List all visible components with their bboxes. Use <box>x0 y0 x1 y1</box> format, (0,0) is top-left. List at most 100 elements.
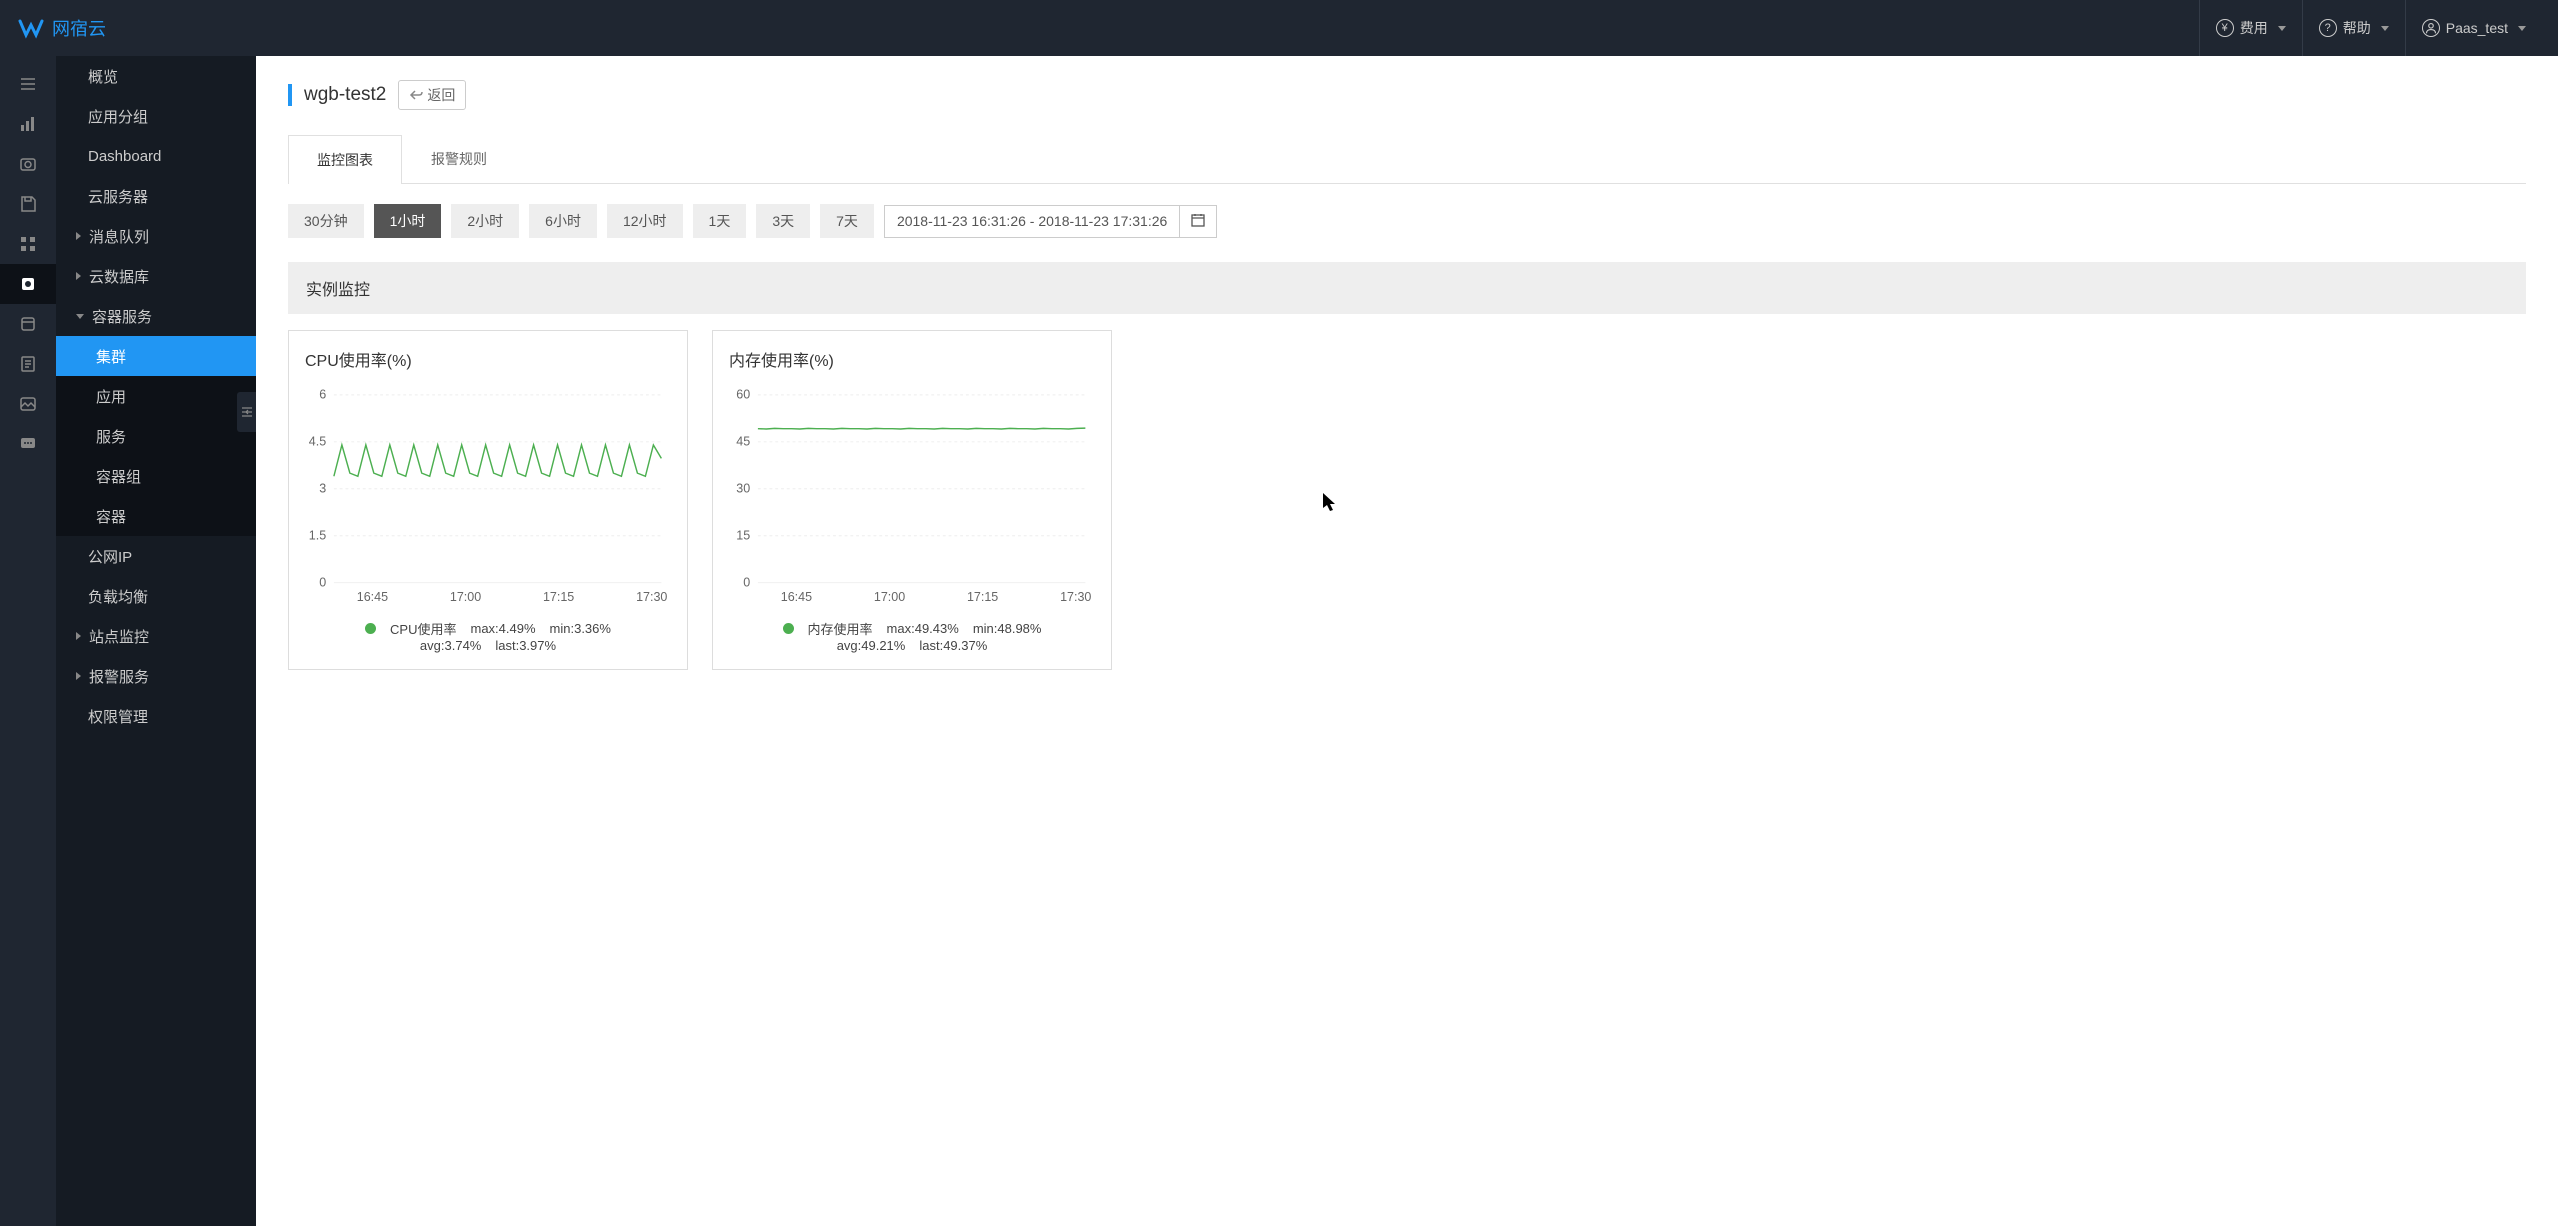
user-icon <box>2422 19 2440 37</box>
tabs: 监控图表 报警规则 <box>288 134 2526 184</box>
svg-text:17:30: 17:30 <box>1060 590 1091 604</box>
cpu-avg: avg:3.74% <box>420 638 481 653</box>
rail-chat[interactable] <box>0 424 56 464</box>
sidebar-service[interactable]: 服务 <box>56 416 256 456</box>
legend-dot-icon <box>365 623 376 634</box>
sidebar-overview[interactable]: 概览 <box>56 56 256 96</box>
sidebar-app-group[interactable]: 应用分组 <box>56 96 256 136</box>
sidebar-load-balance[interactable]: 负载均衡 <box>56 576 256 616</box>
section-instance-monitor: 实例监控 <box>288 262 2526 314</box>
chart-cpu-title: CPU使用率(%) <box>305 347 671 371</box>
svg-text:45: 45 <box>736 435 750 449</box>
header-billing-label: 费用 <box>2240 18 2268 38</box>
chevron-down-icon <box>2381 26 2389 31</box>
mem-avg: avg:49.21% <box>837 638 906 653</box>
back-label: 返回 <box>427 85 455 105</box>
rail-menu[interactable] <box>0 64 56 104</box>
rail-chart[interactable] <box>0 104 56 144</box>
header-help-label: 帮助 <box>2343 18 2371 38</box>
sidebar-dashboard[interactable]: Dashboard <box>56 136 256 176</box>
time-controls: 30分钟 1小时 2小时 6小时 12小时 1天 3天 7天 2018-11-2… <box>288 204 2526 238</box>
rail-grid[interactable] <box>0 224 56 264</box>
chart-cpu-legend: CPU使用率 max:4.49% min:3.36% avg:3.74% las… <box>305 619 671 653</box>
chart-mem: 内存使用率(%) 01530456016:4517:0017:1517:30 内… <box>712 330 1112 670</box>
time-6h[interactable]: 6小时 <box>529 204 597 238</box>
chevron-down-icon <box>2278 26 2286 31</box>
mem-max: max:49.43% <box>887 621 959 636</box>
date-range-picker[interactable]: 2018-11-23 16:31:26 - 2018-11-23 17:31:2… <box>884 205 1217 238</box>
logo-icon <box>16 17 46 39</box>
title-accent-bar <box>288 84 292 106</box>
icon-rail <box>0 56 56 1226</box>
sidebar-message-queue[interactable]: 消息队列 <box>56 216 256 256</box>
rail-image[interactable] <box>0 384 56 424</box>
time-7d[interactable]: 7天 <box>820 204 874 238</box>
cpu-last: last:3.97% <box>495 638 556 653</box>
time-30m[interactable]: 30分钟 <box>288 204 364 238</box>
chart-mem-legend: 内存使用率 max:49.43% min:48.98% avg:49.21% l… <box>729 619 1095 653</box>
rail-box[interactable] <box>0 304 56 344</box>
tab-charts[interactable]: 监控图表 <box>288 135 402 184</box>
calendar-icon[interactable] <box>1179 206 1216 237</box>
main-content: wgb-test2 返回 监控图表 报警规则 30分钟 1小时 2小时 6小时 … <box>256 56 2558 1226</box>
brand-name: 网宿云 <box>52 15 106 41</box>
svg-text:4.5: 4.5 <box>309 435 326 449</box>
svg-text:17:15: 17:15 <box>967 590 998 604</box>
time-2h[interactable]: 2小时 <box>451 204 519 238</box>
chart-cpu-plot: 01.534.5616:4517:0017:1517:30 <box>305 381 671 611</box>
sidebar-container[interactable]: 容器 <box>56 496 256 536</box>
date-range-text: 2018-11-23 16:31:26 - 2018-11-23 17:31:2… <box>885 207 1179 235</box>
logo[interactable]: 网宿云 <box>16 15 106 41</box>
time-12h[interactable]: 12小时 <box>607 204 683 238</box>
svg-text:17:00: 17:00 <box>450 590 481 604</box>
mem-min: min:48.98% <box>973 621 1042 636</box>
svg-text:15: 15 <box>736 529 750 543</box>
svg-text:30: 30 <box>736 482 750 496</box>
rail-container[interactable] <box>0 264 56 304</box>
sidebar-cluster[interactable]: 集群 <box>56 336 256 376</box>
chart-mem-title: 内存使用率(%) <box>729 347 1095 371</box>
page-title: wgb-test2 <box>304 84 386 106</box>
tab-rules[interactable]: 报警规则 <box>402 134 516 183</box>
header-user[interactable]: Paas_test <box>2405 0 2542 56</box>
header-billing[interactable]: ¥ 费用 <box>2199 0 2302 56</box>
svg-text:16:45: 16:45 <box>781 590 812 604</box>
rail-camera[interactable] <box>0 144 56 184</box>
time-3d[interactable]: 3天 <box>756 204 810 238</box>
sidebar-site-monitor[interactable]: 站点监控 <box>56 616 256 656</box>
chart-cpu: CPU使用率(%) 01.534.5616:4517:0017:1517:30 … <box>288 330 688 670</box>
svg-text:6: 6 <box>319 388 326 402</box>
charts-row: CPU使用率(%) 01.534.5616:4517:0017:1517:30 … <box>288 330 2526 670</box>
header-help[interactable]: ? 帮助 <box>2302 0 2405 56</box>
cpu-min: min:3.36% <box>550 621 611 636</box>
sidebar-application[interactable]: 应用 <box>56 376 256 416</box>
svg-text:17:30: 17:30 <box>636 590 667 604</box>
sidebar-pod[interactable]: 容器组 <box>56 456 256 496</box>
mem-last: last:49.37% <box>919 638 987 653</box>
sidebar-public-ip[interactable]: 公网IP <box>56 536 256 576</box>
triangle-right-icon <box>76 632 81 640</box>
header-user-label: Paas_test <box>2446 20 2508 36</box>
sidebar-container-service[interactable]: 容器服务 <box>56 296 256 336</box>
back-button[interactable]: 返回 <box>398 80 466 110</box>
time-1d[interactable]: 1天 <box>693 204 747 238</box>
svg-text:17:15: 17:15 <box>543 590 574 604</box>
triangle-right-icon <box>76 272 81 280</box>
sidebar-cloud-server[interactable]: 云服务器 <box>56 176 256 216</box>
sidebar-collapse-handle[interactable] <box>237 392 256 432</box>
time-1h[interactable]: 1小时 <box>374 204 442 238</box>
page-header: wgb-test2 返回 <box>288 80 2526 110</box>
sidebar-permission[interactable]: 权限管理 <box>56 696 256 736</box>
sidebar-alarm-service[interactable]: 报警服务 <box>56 656 256 696</box>
mem-legend-label: 内存使用率 <box>808 619 873 638</box>
top-header: 网宿云 ¥ 费用 ? 帮助 Paas_test <box>0 0 2558 56</box>
triangle-right-icon <box>76 232 81 240</box>
cpu-legend-label: CPU使用率 <box>390 619 456 638</box>
rail-save[interactable] <box>0 184 56 224</box>
svg-text:17:00: 17:00 <box>874 590 905 604</box>
rail-doc[interactable] <box>0 344 56 384</box>
chevron-down-icon <box>2518 26 2526 31</box>
yen-icon: ¥ <box>2216 19 2234 37</box>
sidebar: 概览 应用分组 Dashboard 云服务器 消息队列 云数据库 容器服务 集群… <box>56 56 256 1226</box>
sidebar-cloud-db[interactable]: 云数据库 <box>56 256 256 296</box>
